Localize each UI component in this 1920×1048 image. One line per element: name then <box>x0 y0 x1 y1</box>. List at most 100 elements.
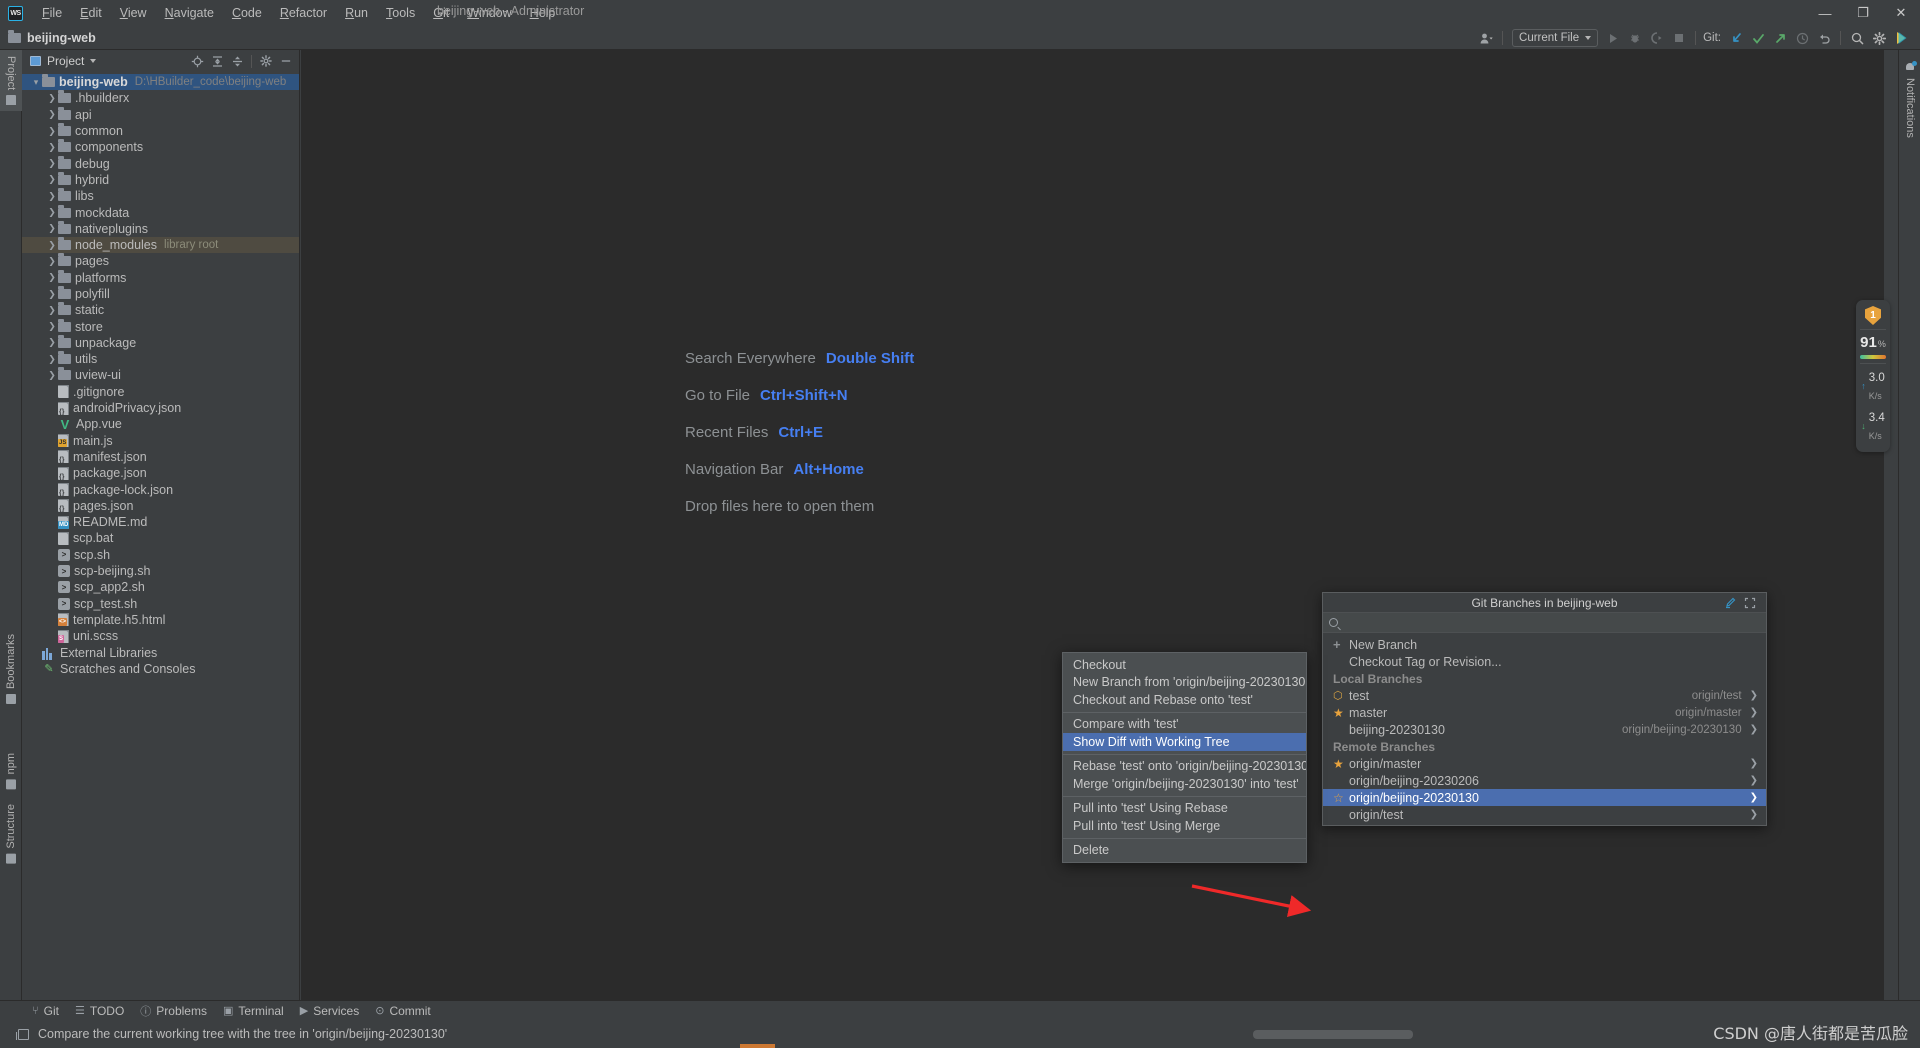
tree-file-row[interactable]: ❯>scp_app2.sh <box>22 579 299 595</box>
search-icon[interactable] <box>1846 27 1868 49</box>
tree-folder-row[interactable]: ❯ hybrid <box>22 171 299 188</box>
close-button[interactable]: ✕ <box>1882 0 1920 26</box>
tree-folder-row[interactable]: ❯ mockdata <box>22 204 299 220</box>
branch-item[interactable]: origin/beijing-20230206 ❯ <box>1323 772 1766 789</box>
chevron-right-icon[interactable]: ❯ <box>46 272 58 283</box>
tool-window-todo[interactable]: ☰ TODO <box>67 1002 132 1020</box>
chevron-down-icon[interactable]: ▾ <box>30 77 42 88</box>
tool-window-problems[interactable]: ⓘ Problems <box>132 1001 215 1021</box>
tree-folder-row[interactable]: ❯ unpackage <box>22 334 299 351</box>
chevron-right-icon[interactable]: ❯ <box>1750 690 1758 701</box>
sidebar-item-project[interactable]: Project <box>0 50 22 112</box>
chevron-right-icon[interactable]: ❯ <box>46 289 58 300</box>
chevron-right-icon[interactable]: ❯ <box>1750 792 1758 803</box>
context-menu-item[interactable]: New Branch from 'origin/beijing-20230130… <box>1063 674 1306 692</box>
gear-icon[interactable] <box>1868 27 1890 49</box>
tree-file-row[interactable]: ❯manifest.json <box>22 449 299 465</box>
tree-folder-row[interactable]: ❯ api <box>22 106 299 123</box>
chevron-right-icon[interactable]: ❯ <box>1750 775 1758 786</box>
locate-icon[interactable] <box>188 52 206 70</box>
run-button[interactable] <box>1602 27 1624 49</box>
tree-folder-row[interactable]: ❯ components <box>22 139 299 155</box>
sidebar-item-npm[interactable]: npm <box>0 747 22 795</box>
chevron-right-icon[interactable]: ❯ <box>46 223 58 234</box>
rollback-icon[interactable] <box>1813 27 1835 49</box>
branch-search-field[interactable] <box>1323 613 1766 633</box>
chevron-right-icon[interactable]: ❯ <box>46 126 58 137</box>
context-menu-item[interactable]: Compare with 'test' <box>1063 716 1306 734</box>
expand-icon[interactable] <box>1742 595 1758 611</box>
context-menu-item[interactable]: Pull into 'test' Using Merge <box>1063 817 1306 835</box>
branch-item[interactable]: ★ origin/master ❯ <box>1323 755 1766 772</box>
menu-item-tools[interactable]: Tools <box>377 3 424 23</box>
tree-file-row[interactable]: ❯>scp_test.sh <box>22 596 299 612</box>
breadcrumb[interactable]: beijing-web <box>8 29 96 45</box>
chevron-right-icon[interactable]: ❯ <box>46 109 58 120</box>
git-update-icon[interactable] <box>1725 27 1747 49</box>
menu-item-view[interactable]: View <box>111 3 156 23</box>
context-menu-item[interactable]: Pull into 'test' Using Rebase <box>1063 800 1306 818</box>
tool-window-commit[interactable]: ⊙ Commit <box>367 1002 439 1020</box>
context-menu-item[interactable]: Delete <box>1063 842 1306 860</box>
tree-folder-row[interactable]: ❯ .hbuilderx <box>22 90 299 106</box>
chevron-right-icon[interactable]: ❯ <box>46 370 58 381</box>
history-icon[interactable] <box>1791 27 1813 49</box>
chevron-right-icon[interactable]: ❯ <box>46 191 58 202</box>
tree-file-row[interactable]: ❯androidPrivacy.json <box>22 400 299 416</box>
tree-file-row[interactable]: ❯package.json <box>22 465 299 481</box>
chevron-down-icon[interactable] <box>90 59 97 63</box>
sidebar-item-structure[interactable]: Structure <box>0 798 22 870</box>
tree-file-row[interactable]: ❯<>template.h5.html <box>22 612 299 628</box>
memory-indicator[interactable]: 91 % <box>1860 334 1886 351</box>
tree-folder-row[interactable]: ❯ nativeplugins <box>22 220 299 237</box>
editor-area[interactable]: Search Everywhere Double Shift Go to File C… <box>301 50 1884 1010</box>
chevron-right-icon[interactable]: ❯ <box>46 305 58 316</box>
menu-item-navigate[interactable]: Navigate <box>156 3 223 23</box>
tree-file-row[interactable]: ❯.gitignore <box>22 384 299 400</box>
debug-icon[interactable] <box>1624 27 1646 49</box>
tree-file-row[interactable]: ❯MDREADME.md <box>22 514 299 530</box>
git-action-item[interactable]: + New Branch <box>1323 636 1766 653</box>
tree-file-row[interactable]: ❯scp.bat <box>22 530 299 546</box>
chevron-right-icon[interactable]: ❯ <box>46 174 58 185</box>
sidebar-item-bookmarks[interactable]: Bookmarks <box>0 628 22 710</box>
tree-file-row[interactable]: ❯External Libraries <box>22 644 299 660</box>
menu-item-refactor[interactable]: Refactor <box>271 3 336 23</box>
chevron-right-icon[interactable]: ❯ <box>1750 758 1758 769</box>
tree-file-row[interactable]: ❯Suni.scss <box>22 628 299 644</box>
branch-item[interactable]: ⬡ test origin/test ❯ <box>1323 687 1766 704</box>
menu-item-code[interactable]: Code <box>223 3 271 23</box>
tree-file-row[interactable]: ❯JSmain.js <box>22 433 299 449</box>
tree-file-row[interactable]: ❯VApp.vue <box>22 416 299 432</box>
collapse-all-icon[interactable] <box>228 52 246 70</box>
chevron-right-icon[interactable]: ❯ <box>46 337 58 348</box>
hide-panel-icon[interactable] <box>277 52 295 70</box>
tree-folder-row[interactable]: ❯ pages <box>22 253 299 269</box>
context-menu-item[interactable]: Merge 'origin/beijing-20230130' into 'te… <box>1063 775 1306 793</box>
menu-item-file[interactable]: File <box>33 3 71 23</box>
run-configuration-selector[interactable]: Current File <box>1512 29 1599 47</box>
context-menu-item[interactable]: Checkout <box>1063 656 1306 674</box>
chevron-right-icon[interactable]: ❯ <box>1750 809 1758 820</box>
branch-item[interactable]: origin/test ❯ <box>1323 806 1766 823</box>
context-menu-item[interactable]: Show Diff with Working Tree <box>1063 733 1306 751</box>
tree-folder-row[interactable]: ❯ store <box>22 318 299 334</box>
tree-folder-row[interactable]: ❯ utils <box>22 351 299 367</box>
chevron-right-icon[interactable]: ❯ <box>46 321 58 332</box>
tree-folder-row[interactable]: ❯ uview-ui <box>22 367 299 383</box>
chevron-right-icon[interactable]: ❯ <box>46 158 58 169</box>
chevron-right-icon[interactable]: ❯ <box>46 207 58 218</box>
menu-item-run[interactable]: Run <box>336 3 377 23</box>
tree-folder-row[interactable]: ❯ polyfill <box>22 286 299 302</box>
tree-folder-row[interactable]: ❯ libs <box>22 188 299 204</box>
tree-folder-row[interactable]: ❯ static <box>22 302 299 318</box>
tree-file-row[interactable]: ❯>scp.sh <box>22 547 299 563</box>
tool-window-git[interactable]: ⑂ Git <box>24 1002 67 1020</box>
tool-window-terminal[interactable]: ▣ Terminal <box>215 1002 292 1020</box>
branch-item[interactable]: ★ master origin/master ❯ <box>1323 704 1766 721</box>
git-push-icon[interactable] <box>1769 27 1791 49</box>
chevron-right-icon[interactable]: ❯ <box>1750 724 1758 735</box>
tree-file-row[interactable]: ❯pages.json <box>22 498 299 514</box>
tree-folder-row[interactable]: ❯ node_modules library root <box>22 236 299 254</box>
user-icon[interactable] <box>1475 27 1497 49</box>
